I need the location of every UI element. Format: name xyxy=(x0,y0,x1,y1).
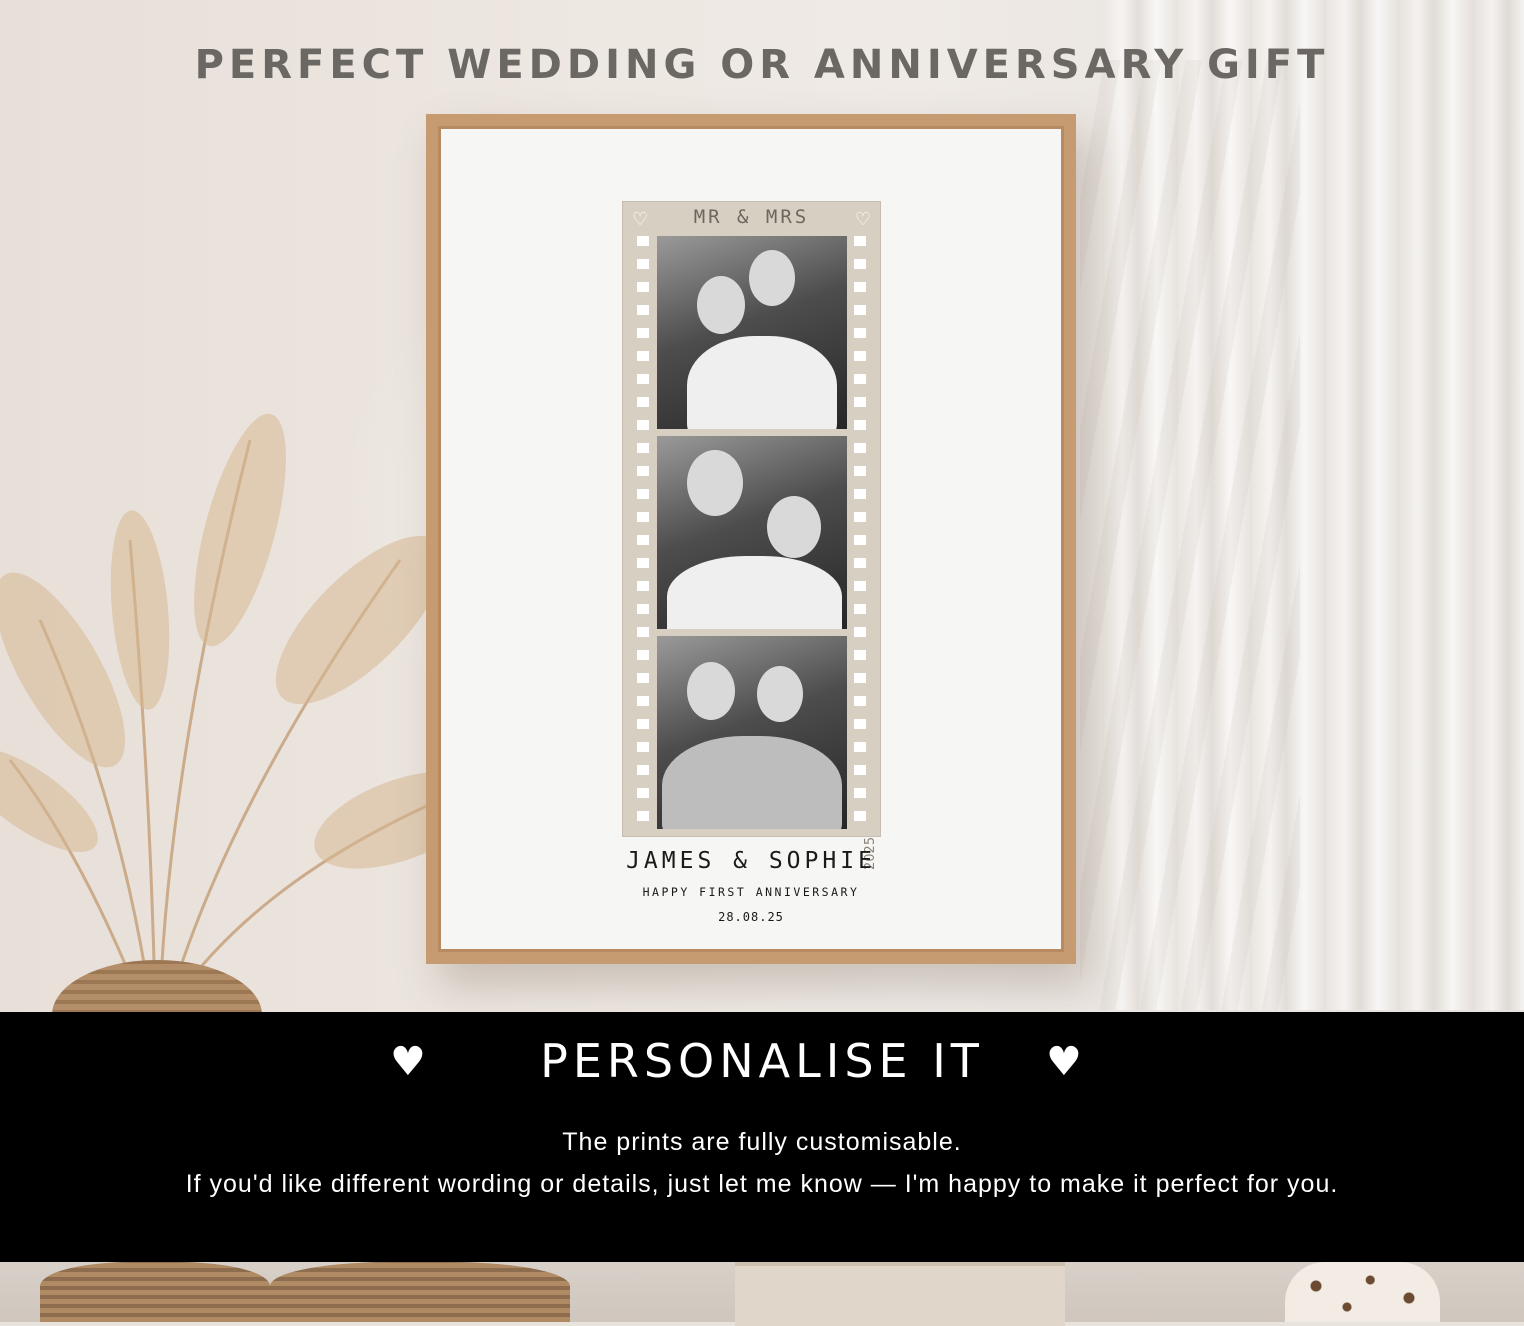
couple-names: JAMES & SOPHIE xyxy=(626,848,876,874)
leopard-vase xyxy=(1285,1262,1440,1322)
book-stack xyxy=(735,1262,1065,1326)
banner-text-line-2: If you'd like different wording or detai… xyxy=(185,1170,1339,1198)
pampas-grass xyxy=(0,413,460,1001)
film-sprockets-left xyxy=(637,236,649,826)
photo-couple-3 xyxy=(657,636,847,829)
film-sprockets-right xyxy=(854,236,866,826)
banner-title: PERSONALISE IT xyxy=(540,1034,984,1088)
anniversary-subtitle: HAPPY FIRST ANNIVERSARY xyxy=(642,885,860,899)
headline: PERFECT WEDDING OR ANNIVERSARY GIFT xyxy=(194,42,1330,88)
banner-text-line-1: The prints are fully customisable. xyxy=(562,1128,962,1156)
anniversary-date: 28.08.25 xyxy=(718,910,784,924)
woven-basket xyxy=(270,1262,570,1322)
strip-title: MR & MRS xyxy=(693,206,810,228)
heart-outline-icon: ♡ xyxy=(854,209,871,229)
woven-basket xyxy=(40,1262,270,1322)
filmstrip: ♡ MR & MRS ♡ 2025 xyxy=(622,201,881,870)
photo-couple-1 xyxy=(657,236,847,429)
picture-frame: ♡ MR & MRS ♡ 2025 JAMES & SOPHIE HAPPY F… xyxy=(426,114,1076,964)
personalise-banner: ♥ PERSONALISE IT ♥ The prints are fully … xyxy=(0,1012,1524,1262)
window-shadow xyxy=(1080,60,1300,1010)
photo-couple-2 xyxy=(657,436,847,629)
heart-icon: ♥ xyxy=(1046,1039,1082,1085)
